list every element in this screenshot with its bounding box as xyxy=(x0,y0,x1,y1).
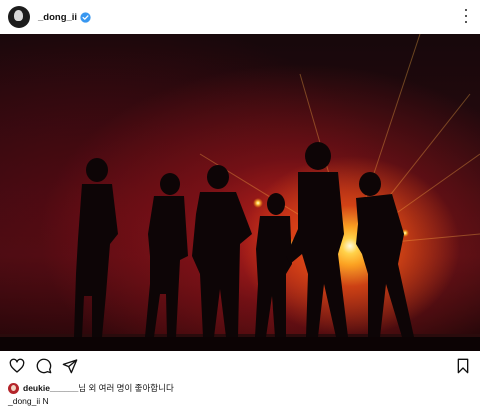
post-username[interactable]: _dong_ii xyxy=(38,12,77,23)
comment-icon[interactable] xyxy=(36,358,52,374)
heart-icon[interactable] xyxy=(9,358,25,374)
bookmark-icon[interactable] xyxy=(455,358,471,374)
share-icon[interactable] xyxy=(62,358,78,374)
liker-avatar[interactable] xyxy=(8,382,19,394)
likes-row: deukie______ 님 외 여러 명이 좋아합니다 xyxy=(8,381,174,395)
caption-text: N xyxy=(42,396,49,406)
likes-text: 님 외 여러 명이 좋아합니다 xyxy=(78,383,174,393)
caption-username[interactable]: _dong_ii xyxy=(8,396,43,406)
caption-row: _dong_ii N xyxy=(8,396,49,406)
verified-icon xyxy=(80,11,91,23)
post-actions-bar xyxy=(0,351,480,381)
profile-avatar[interactable] xyxy=(8,6,30,28)
post-header: _dong_ii xyxy=(0,0,480,34)
more-options-icon[interactable] xyxy=(464,9,468,23)
liker-username[interactable]: deukie______ xyxy=(23,383,78,393)
post-photo[interactable] xyxy=(0,34,480,351)
concert-silhouette-photo xyxy=(0,34,480,351)
